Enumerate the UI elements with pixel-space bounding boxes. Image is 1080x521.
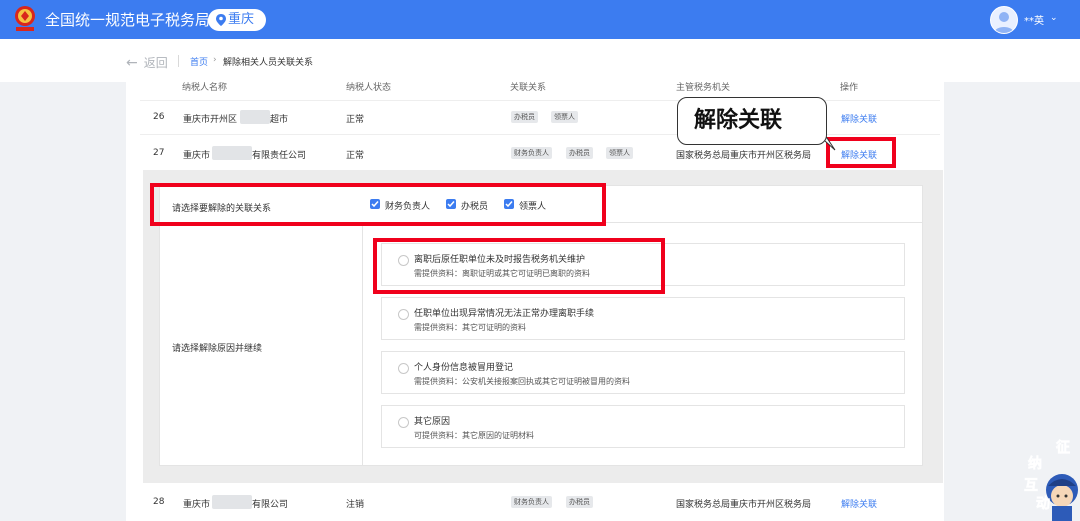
site-title: 全国统一规范电子税务局 [45,11,211,29]
radio-button[interactable] [398,309,409,320]
col-header-relation: 关联关系 [510,83,547,93]
taxpayer-name-suffix: 有限责任公司 [252,151,307,161]
mascot-char: 征 [1056,439,1070,456]
breadcrumb-current: 解除相关人员关联关系 [223,58,314,68]
redacted-name [212,146,252,160]
location-pin-icon [216,14,226,26]
relation-tag: 财务负责人 [511,147,552,159]
taxpayer-name-prefix: 重庆市开州区 [183,115,238,125]
divider [178,55,179,67]
unlink-button[interactable]: 解除关联 [841,112,877,125]
tax-authority: 国家税务总局重庆市开州区税务局 [676,500,812,510]
row-index: 28 [153,497,165,507]
reason-option[interactable]: 任职单位出现异常情况无法正常办理离职手续 需提供资料：其它可证明的资料 [381,297,905,340]
col-header-authority: 主管税务机关 [676,83,731,93]
mascot-char: 纳 [1028,455,1042,472]
mascot-char: 互 [1024,478,1038,494]
taxpayer-status: 注销 [346,500,365,510]
row-index: 27 [153,148,165,158]
top-bar: 全国统一规范电子税务局 重庆 **英 ⌄ [0,0,1080,39]
col-header-action: 操作 [840,83,859,93]
reason-desc: 需提供资料：其它可证明的资料 [414,323,526,332]
relation-tag: 财务负责人 [511,496,552,508]
relation-tag: 领票人 [606,147,633,159]
region-label: 重庆 [228,12,255,27]
row-index: 26 [153,112,165,122]
reason-option[interactable]: 其它原因 可提供资料：其它原因的证明材料 [381,405,905,448]
taxpayer-name-prefix: 重庆市 [183,500,211,510]
tax-emblem-icon [15,6,35,31]
relation-tag: 办税员 [566,496,593,508]
breadcrumb-separator: › [213,55,217,65]
col-header-status: 纳税人状态 [346,83,392,93]
reason-desc: 可提供资料：其它原因的证明材料 [414,431,534,440]
reason-title: 个人身份信息被冒用登记 [414,363,514,373]
user-name[interactable]: **英 [1024,12,1044,27]
taxpayer-name-suffix: 超市 [270,115,289,125]
callout: 解除关联 [677,97,827,145]
radio-button[interactable] [398,363,409,374]
relation-tag: 办税员 [566,147,593,159]
highlight-box [150,183,606,226]
reason-desc: 需提供资料：公安机关接报案回执或其它可证明被冒用的资料 [414,377,630,386]
back-button[interactable]: ← 返回 [126,54,168,71]
back-label: 返回 [143,56,168,70]
taxpayer-name-prefix: 重庆市 [183,151,211,161]
redacted-name [212,495,252,509]
relation-tag: 领票人 [551,111,578,123]
highlight-box [373,238,665,294]
redacted-name [240,110,270,124]
taxpayer-status: 正常 [346,151,365,161]
mascot-char: 动 [1036,495,1050,512]
breadcrumb-home[interactable]: 首页 [190,55,208,68]
reason-title: 其它原因 [414,417,451,427]
taxpayer-status: 正常 [346,115,365,125]
form-divider [362,222,363,466]
mascot-icon[interactable]: 征 纳 互 动 [1020,438,1080,521]
callout-text: 解除关联 [694,108,783,133]
radio-button[interactable] [398,417,409,428]
chevron-down-icon[interactable]: ⌄ [1050,13,1058,23]
arrow-left-icon: ← [126,55,138,71]
reason-select-label: 请选择解除原因并继续 [172,344,263,354]
relation-tag: 办税员 [511,111,538,123]
taxpayer-name-suffix: 有限公司 [252,500,289,510]
col-header-name: 纳税人名称 [182,83,228,93]
user-icon [994,12,1014,33]
reason-option[interactable]: 个人身份信息被冒用登记 需提供资料：公安机关接报案回执或其它可证明被冒用的资料 [381,351,905,394]
avatar[interactable] [990,6,1018,34]
tax-authority: 国家税务总局重庆市开州区税务局 [676,151,812,161]
region-selector[interactable]: 重庆 [208,9,266,31]
reason-title: 任职单位出现异常情况无法正常办理离职手续 [414,309,595,319]
unlink-button[interactable]: 解除关联 [841,497,877,510]
